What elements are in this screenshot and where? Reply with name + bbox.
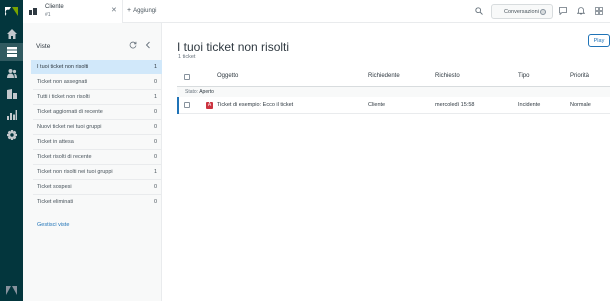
view-label: Ticket non risolti nei tuoi gruppi <box>37 169 113 175</box>
group-value: Aperto <box>199 89 214 95</box>
ticket-subject[interactable]: Ticket di esempio: Ecco il ticket <box>217 102 293 108</box>
views-title: Viste <box>36 43 51 50</box>
nav-views[interactable] <box>0 43 23 61</box>
admin-icon <box>6 130 17 140</box>
app-root: Cliente #1 ✕ + Aggiungi Conversazioni Vi… <box>0 0 610 301</box>
view-item-pending[interactable]: Ticket in attesa 0 <box>31 135 177 150</box>
view-item-all-unsolved[interactable]: Tutti i ticket non risolti 1 <box>31 90 177 105</box>
column-requester[interactable]: Richiedente <box>368 73 400 79</box>
manage-views-link[interactable]: Gestisci viste <box>37 222 69 228</box>
view-label: Ticket in attesa <box>37 139 74 145</box>
ticket-requested: mercoledì 15:58 <box>435 102 475 108</box>
view-item-new-in-groups[interactable]: Nuovi ticket nei tuoi gruppi 0 <box>31 120 177 135</box>
view-item-recently-solved[interactable]: Ticket risolti di recente 0 <box>31 150 177 165</box>
view-label: Tutti i ticket non risolti <box>37 94 90 100</box>
table-row[interactable]: A Ticket di esempio: Ecco il ticket Clie… <box>177 97 610 114</box>
view-count: 0 <box>153 109 157 115</box>
apps-grid-icon[interactable] <box>595 7 603 15</box>
view-count: 0 <box>153 124 157 130</box>
plus-icon: + <box>127 7 132 14</box>
view-count: 1 <box>153 94 157 100</box>
nav-customers[interactable] <box>0 64 23 82</box>
group-header: Stato: Aperto <box>177 87 610 97</box>
user-tab-icon <box>29 8 37 15</box>
main-content: I tuoi ticket non risolti 1 ticket Play … <box>162 23 610 301</box>
status-toggle-icon <box>540 9 546 15</box>
row-highlight-bar <box>177 97 179 114</box>
view-count: 1 <box>153 64 157 70</box>
zendesk-logo-icon[interactable] <box>5 5 18 18</box>
collapse-panel-icon[interactable] <box>144 41 152 49</box>
ticket-type: Incidente <box>518 102 541 108</box>
tab-title: Cliente <box>45 4 64 10</box>
column-requested[interactable]: Richiesto <box>435 73 460 79</box>
view-count: 0 <box>153 79 157 85</box>
view-label: Ticket sospesi <box>37 184 72 190</box>
column-subject[interactable]: Oggetto <box>217 73 238 79</box>
view-item-suspended[interactable]: Ticket sospesi 0 <box>31 180 177 195</box>
search-icon[interactable] <box>475 7 483 15</box>
view-label: Ticket eliminati <box>37 199 74 205</box>
select-all-checkbox[interactable] <box>184 74 190 80</box>
ticket-priority: Normale <box>570 102 591 108</box>
ticket-tab[interactable]: Cliente #1 ✕ <box>23 0 123 23</box>
tab-subtitle: #1 <box>45 12 51 18</box>
column-priority[interactable]: Priorità <box>570 73 589 79</box>
organizations-icon <box>6 89 17 99</box>
chat-icon[interactable] <box>559 7 567 15</box>
view-label: I tuoi ticket non risolti <box>37 64 89 70</box>
table-header: Oggetto Richiedente Richiesto Tipo Prior… <box>177 67 610 87</box>
view-label: Ticket aggiornati di recente <box>37 109 103 115</box>
views-panel: Viste I tuoi ticket non risolti 1 Ticket… <box>23 23 177 301</box>
views-icon <box>6 47 17 57</box>
reporting-icon <box>6 110 17 120</box>
home-icon <box>6 29 17 39</box>
view-count: 0 <box>153 199 157 205</box>
notifications-icon[interactable] <box>577 7 585 15</box>
close-tab-icon[interactable]: ✕ <box>111 7 117 15</box>
view-item-deleted[interactable]: Ticket eliminati 0 <box>31 195 177 209</box>
add-tab-button[interactable]: + Aggiungi <box>127 7 156 14</box>
view-count: 0 <box>153 154 157 160</box>
view-count: 1 <box>153 169 157 175</box>
column-type[interactable]: Tipo <box>518 73 529 79</box>
conversations-button[interactable]: Conversazioni <box>491 4 553 19</box>
view-item-unsolved-in-groups[interactable]: Ticket non risolti nei tuoi gruppi 1 <box>31 165 177 180</box>
view-item-your-unsolved[interactable]: I tuoi ticket non risolti 1 <box>31 60 177 74</box>
top-bar: Cliente #1 ✕ + Aggiungi Conversazioni <box>23 0 610 23</box>
ticket-requester: Cliente <box>368 102 386 108</box>
nav-rail <box>0 0 23 301</box>
ticket-count: 1 ticket <box>178 54 196 60</box>
view-label: Ticket risolti di recente <box>37 154 92 160</box>
play-button[interactable]: Play <box>588 34 610 47</box>
nav-admin[interactable] <box>0 126 23 144</box>
add-tab-label: Aggiungi <box>133 8 157 14</box>
view-count: 0 <box>153 184 157 190</box>
refresh-icon[interactable] <box>129 41 137 49</box>
status-badge: A <box>206 102 213 109</box>
customers-icon <box>6 69 17 78</box>
nav-reporting[interactable] <box>0 106 23 124</box>
conversations-label: Conversazioni <box>504 8 539 15</box>
zendesk-footer-icon[interactable] <box>6 286 17 295</box>
group-label: Stato: <box>185 89 199 95</box>
view-label: Ticket non assegnati <box>37 79 88 85</box>
nav-organizations[interactable] <box>0 85 23 103</box>
view-count: 0 <box>153 139 157 145</box>
row-checkbox[interactable] <box>184 102 190 108</box>
page-title: I tuoi ticket non risolti <box>177 40 290 54</box>
view-item-recently-updated[interactable]: Ticket aggiornati di recente 0 <box>31 105 177 120</box>
view-item-unassigned[interactable]: Ticket non assegnati 0 <box>31 75 177 90</box>
nav-home[interactable] <box>0 25 23 43</box>
view-label: Nuovi ticket nei tuoi gruppi <box>37 124 102 130</box>
